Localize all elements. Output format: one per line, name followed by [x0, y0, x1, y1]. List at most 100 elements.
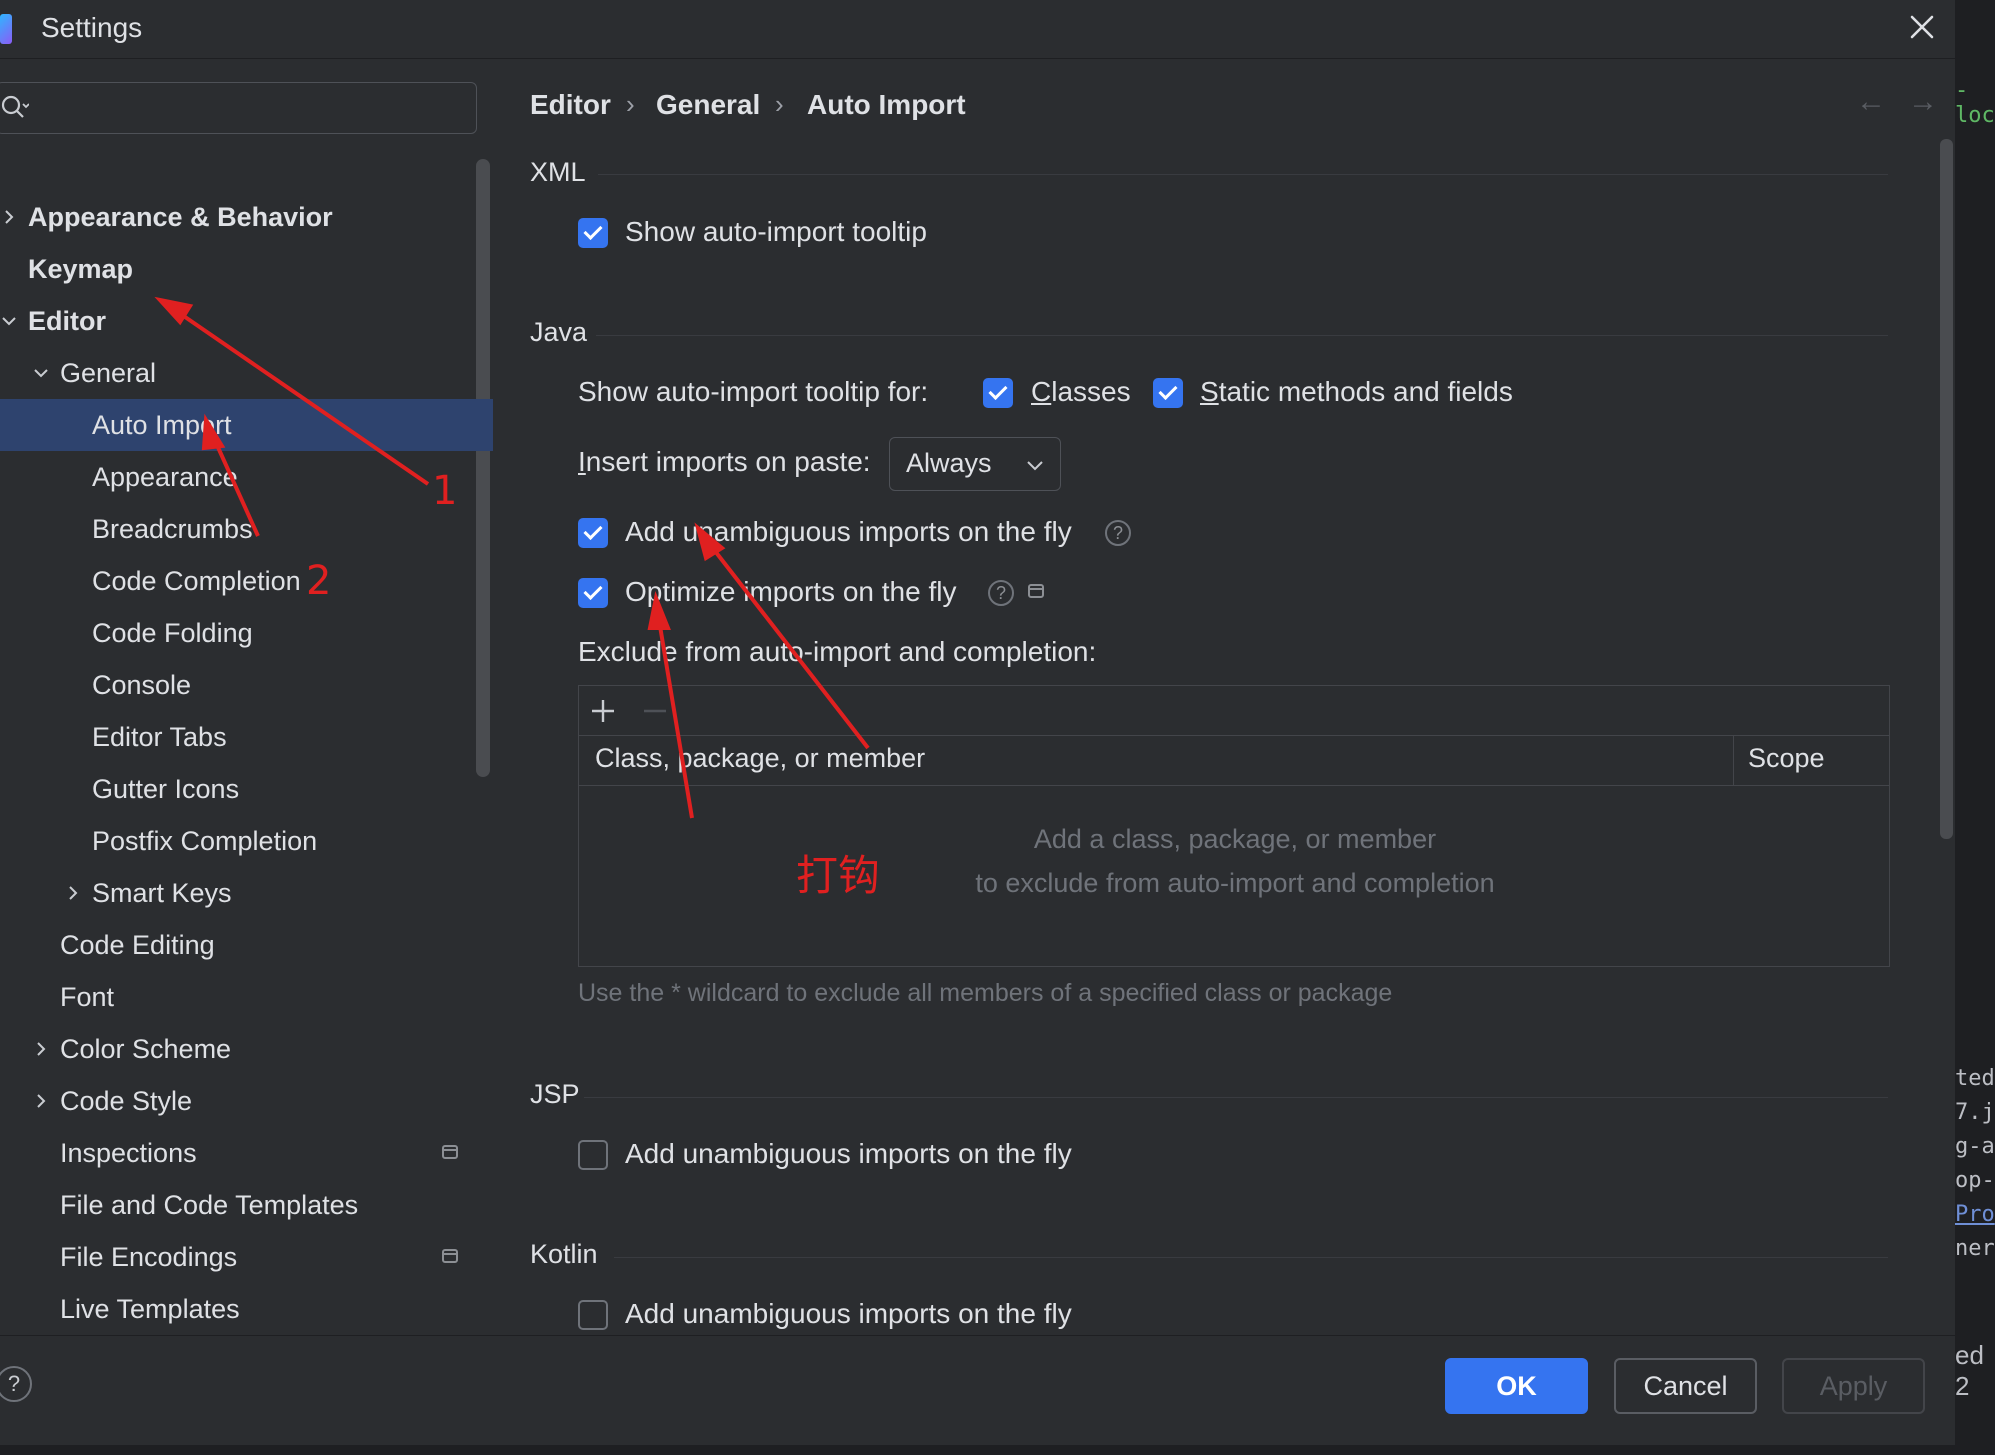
sidebar-item-label: Auto Import — [92, 410, 232, 440]
content-scrollbar[interactable] — [1940, 139, 1953, 839]
cancel-button[interactable]: Cancel — [1614, 1358, 1757, 1414]
chevron-down-icon[interactable] — [32, 364, 50, 382]
xml-show-tooltip-checkbox[interactable] — [578, 218, 608, 248]
sidebar-item-label: Code Folding — [92, 618, 253, 648]
breadcrumb-separator-icon: › — [775, 89, 784, 119]
section-title-java: Java — [530, 317, 588, 347]
help-button[interactable]: ? — [0, 1366, 32, 1402]
sidebar-item-gutter-icons[interactable]: Gutter Icons — [0, 763, 493, 815]
add-unambiguous-kotlin-checkbox[interactable] — [578, 1300, 608, 1330]
settings-tree-panel: Appearance & Behavior Keymap Editor General… — [0, 59, 493, 1334]
chevron-right-icon[interactable] — [32, 1092, 50, 1110]
background-editor: -loc ted 7.j g-a op- Pro ner ed 2 — [1955, 0, 1995, 1455]
section-divider — [614, 1257, 1888, 1258]
sidebar-item-code-style[interactable]: Code Style — [0, 1075, 493, 1127]
sidebar-item-keymap[interactable]: Keymap — [0, 243, 493, 295]
project-level-icon — [1028, 584, 1044, 598]
background-editor-text: g-a — [1955, 1134, 1995, 1159]
breadcrumb-editor[interactable]: Editor — [530, 89, 611, 121]
sidebar-item-label: Code Style — [60, 1086, 193, 1116]
sidebar-item-appearance[interactable]: Appearance — [0, 451, 493, 503]
search-icon — [1, 95, 29, 118]
column-header-scope[interactable]: Scope — [1748, 743, 1825, 774]
sidebar-item-smart-keys[interactable]: Smart Keys — [0, 867, 493, 919]
settings-search-input[interactable] — [0, 82, 477, 134]
xml-show-tooltip-label[interactable]: Show auto-import tooltip — [625, 216, 927, 248]
add-unambiguous-jsp-label[interactable]: Add unambiguous imports on the fly — [625, 1138, 1072, 1170]
sidebar-item-postfix-completion[interactable]: Postfix Completion — [0, 815, 493, 867]
dialog-footer: ? OK Cancel Apply — [0, 1335, 1955, 1446]
sidebar-item-label: Editor Tabs — [92, 722, 227, 752]
sidebar-item-code-folding[interactable]: Code Folding — [0, 607, 493, 659]
breadcrumb-general[interactable]: General — [656, 89, 760, 121]
help-icon[interactable]: ? — [1105, 520, 1131, 546]
add-unambiguous-java-checkbox[interactable] — [578, 518, 608, 548]
sidebar-item-console[interactable]: Console — [0, 659, 493, 711]
sidebar-item-live-templates[interactable]: Live Templates — [0, 1283, 493, 1334]
optimize-imports-label[interactable]: Optimize imports on the fly — [625, 576, 956, 608]
sidebar-item-font[interactable]: Font — [0, 971, 493, 1023]
sidebar-item-file-and-code-templates[interactable]: File and Code Templates — [0, 1179, 493, 1231]
sidebar-item-inspections[interactable]: Inspections — [0, 1127, 493, 1179]
column-separator — [1733, 736, 1734, 785]
table-header: Class, package, or member Scope — [579, 736, 1889, 786]
sidebar-item-label: Smart Keys — [92, 878, 232, 908]
sidebar-item-code-completion[interactable]: Code Completion — [0, 555, 493, 607]
add-unambiguous-jsp-checkbox[interactable] — [578, 1140, 608, 1170]
sidebar-item-file-encodings[interactable]: File Encodings — [0, 1231, 493, 1283]
sidebar-item-label: Appearance — [92, 462, 238, 492]
forward-arrow-icon[interactable]: → — [1908, 85, 1938, 119]
sidebar-item-label: Code Editing — [60, 930, 215, 960]
sidebar-item-label: Postfix Completion — [92, 826, 318, 856]
insert-on-paste-value: Always — [906, 448, 992, 478]
column-header-class[interactable]: Class, package, or member — [595, 743, 925, 774]
sidebar-item-general[interactable]: General — [0, 347, 493, 399]
sidebar-item-label: Appearance & Behavior — [28, 202, 333, 232]
sidebar-item-label: Gutter Icons — [92, 774, 240, 804]
background-editor-text: Pro — [1955, 1202, 1995, 1227]
sidebar-item-label: Code Completion — [92, 566, 301, 596]
empty-table-text-line2: to exclude from auto-import and completi… — [975, 868, 1495, 898]
classes-checkbox[interactable] — [983, 378, 1013, 408]
remove-icon[interactable] — [641, 697, 669, 725]
help-icon[interactable]: ? — [988, 580, 1014, 606]
sidebar-item-editor[interactable]: Editor — [0, 295, 493, 347]
sidebar-item-appearance-behavior[interactable]: Appearance & Behavior — [0, 191, 493, 243]
ok-button[interactable]: OK — [1445, 1358, 1588, 1414]
wildcard-hint: Use the * wildcard to exclude all member… — [578, 979, 1393, 1007]
chevron-down-icon — [1027, 461, 1043, 471]
app-logo-icon — [0, 14, 12, 44]
sidebar-item-label: Console — [92, 670, 192, 700]
apply-button[interactable]: Apply — [1782, 1358, 1925, 1414]
project-level-icon — [442, 1145, 458, 1159]
section-title-kotlin: Kotlin — [530, 1239, 598, 1269]
tooltip-for-label: Show auto-import tooltip for: — [578, 376, 929, 407]
sidebar-item-label: Color Scheme — [60, 1034, 232, 1064]
background-editor-text: ted — [1955, 1066, 1995, 1091]
static-methods-checkbox[interactable] — [1153, 378, 1183, 408]
chevron-right-icon[interactable] — [0, 208, 18, 226]
background-editor-text: ed 2 — [1955, 1340, 1984, 1401]
sidebar-item-editor-tabs[interactable]: Editor Tabs — [0, 711, 493, 763]
chevron-down-icon[interactable] — [0, 312, 18, 330]
chevron-right-icon[interactable] — [32, 1040, 50, 1058]
add-unambiguous-kotlin-label[interactable]: Add unambiguous imports on the fly — [625, 1298, 1072, 1330]
sidebar-item-code-editing[interactable]: Code Editing — [0, 919, 493, 971]
static-methods-label[interactable]: Static methods and fields — [1200, 376, 1513, 408]
settings-dialog: Settings Appearance & Behavior Keymap Edit… — [0, 0, 1955, 1446]
insert-on-paste-label: Insert imports on paste: — [578, 446, 871, 477]
close-icon[interactable] — [1905, 10, 1939, 44]
optimize-imports-checkbox[interactable] — [578, 578, 608, 608]
classes-label[interactable]: Classes — [1031, 376, 1131, 408]
back-arrow-icon[interactable]: ← — [1856, 85, 1886, 119]
sidebar-item-auto-import[interactable]: Auto Import — [0, 399, 493, 451]
chevron-right-icon[interactable] — [64, 884, 82, 902]
sidebar-item-color-scheme[interactable]: Color Scheme — [0, 1023, 493, 1075]
insert-on-paste-select[interactable]: Always — [889, 437, 1061, 491]
sidebar-item-label: File and Code Templates — [60, 1190, 359, 1220]
sidebar-item-label: General — [60, 358, 157, 388]
sidebar-item-breadcrumbs[interactable]: Breadcrumbs — [0, 503, 493, 555]
add-icon[interactable] — [589, 697, 617, 725]
background-statusbar — [0, 1445, 1995, 1455]
add-unambiguous-java-label[interactable]: Add unambiguous imports on the fly — [625, 516, 1072, 548]
